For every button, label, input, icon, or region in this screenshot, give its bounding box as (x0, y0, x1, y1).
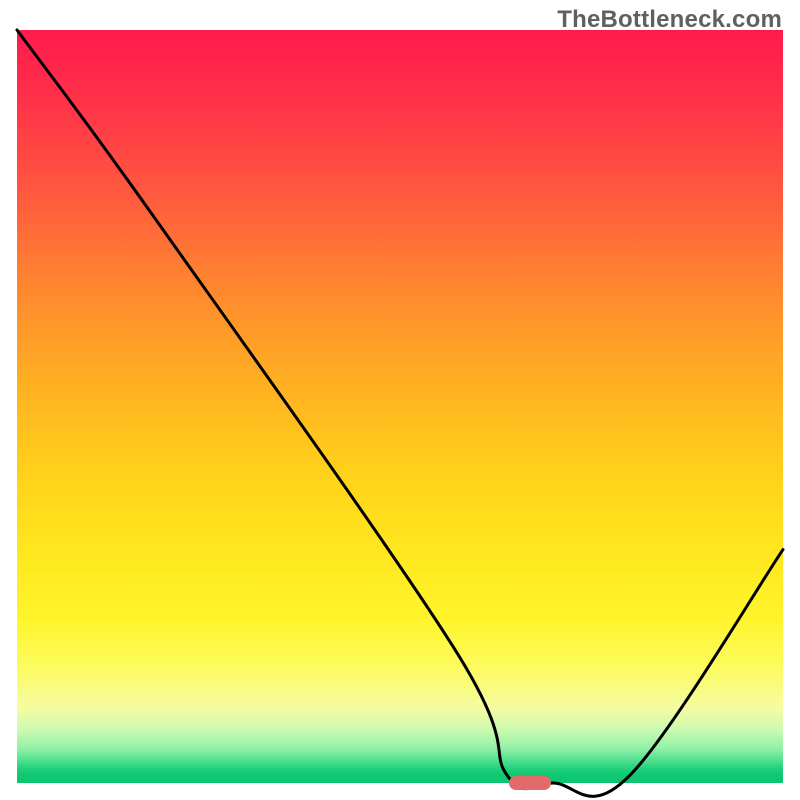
optimal-marker (509, 776, 551, 790)
bottleneck-curve (17, 30, 783, 796)
chart-svg (17, 30, 783, 783)
bottleneck-chart: TheBottleneck.com (0, 0, 800, 800)
plot-area (17, 30, 783, 783)
